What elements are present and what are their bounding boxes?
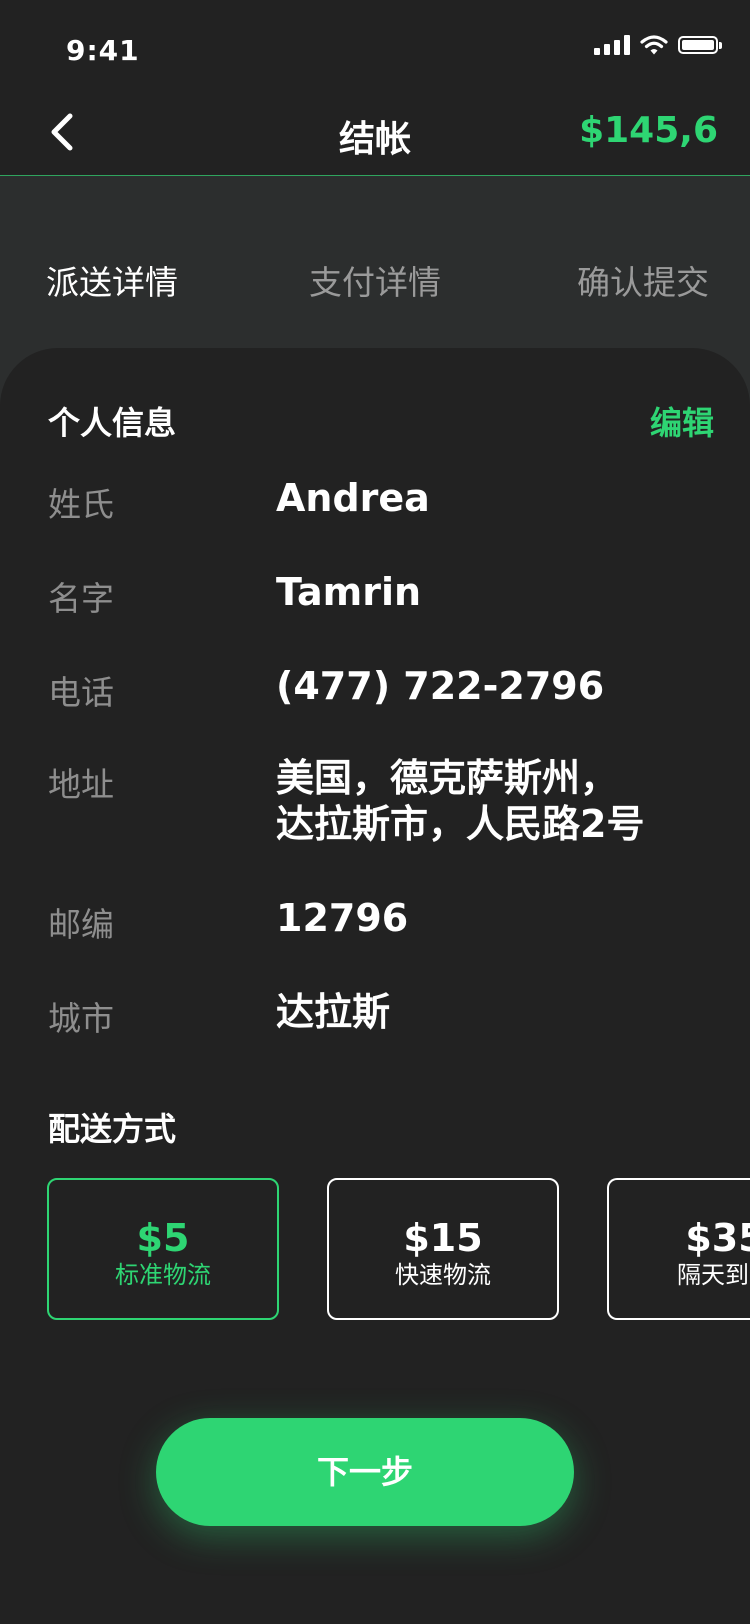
shipping-option-nextday-content: $35 隔天到特 <box>609 1216 750 1290</box>
shipping-price: $5 <box>136 1216 190 1260</box>
postcode-value: 12796 <box>276 896 409 940</box>
checkout-steps: 派送详情 支付详情 确认提交 <box>0 176 750 346</box>
shipping-option-express[interactable]: $15 快速物流 <box>327 1178 559 1320</box>
first-name-label: 名字 <box>48 579 114 618</box>
city-label: 城市 <box>48 999 114 1038</box>
shipping-method-title: 配送方式 <box>48 1110 177 1148</box>
address-value-line2: 达拉斯市，人民路2号 <box>276 802 645 846</box>
shipping-option-standard[interactable]: $5 标准物流 <box>47 1178 279 1320</box>
phone-label: 电话 <box>48 673 114 712</box>
postcode-label: 邮编 <box>48 905 114 944</box>
wifi-icon <box>640 35 668 55</box>
shipping-name: 标准物流 <box>115 1261 211 1289</box>
tab-payment-details[interactable]: 支付详情 <box>309 256 441 304</box>
nav-bar: 结帐 $145,6 <box>0 88 750 176</box>
next-step-button[interactable]: 下一步 <box>156 1418 574 1526</box>
status-time: 9:41 <box>66 34 140 67</box>
first-name-value: Tamrin <box>276 570 422 614</box>
city-value: 达拉斯 <box>276 990 391 1034</box>
order-total: $145,6 <box>579 110 718 151</box>
shipping-price: $35 <box>685 1216 750 1260</box>
status-bar: 9:41 <box>0 0 750 88</box>
last-name-label: 姓氏 <box>48 485 114 524</box>
status-icons <box>594 34 722 56</box>
battery-icon <box>678 36 722 54</box>
shipping-price: $15 <box>403 1216 483 1260</box>
tab-delivery-details[interactable]: 派送详情 <box>46 256 178 304</box>
shipping-name: 隔天到特 <box>677 1261 750 1289</box>
checkout-card: 个人信息 编辑 姓氏 Andrea 名字 Tamrin 电话 (477) 722… <box>0 348 750 1624</box>
cellular-signal-icon <box>594 35 630 55</box>
edit-button[interactable]: 编辑 <box>650 398 714 444</box>
phone-value: (477) 722-2796 <box>276 664 605 708</box>
address-label: 地址 <box>48 765 114 804</box>
last-name-value: Andrea <box>276 476 430 520</box>
shipping-option-nextday[interactable]: $35 隔天到特 <box>607 1178 750 1320</box>
shipping-name: 快速物流 <box>395 1261 491 1289</box>
address-value-line1: 美国，德克萨斯州， <box>276 756 619 800</box>
personal-info-title: 个人信息 <box>48 404 177 442</box>
tab-confirm-submit[interactable]: 确认提交 <box>577 256 709 304</box>
